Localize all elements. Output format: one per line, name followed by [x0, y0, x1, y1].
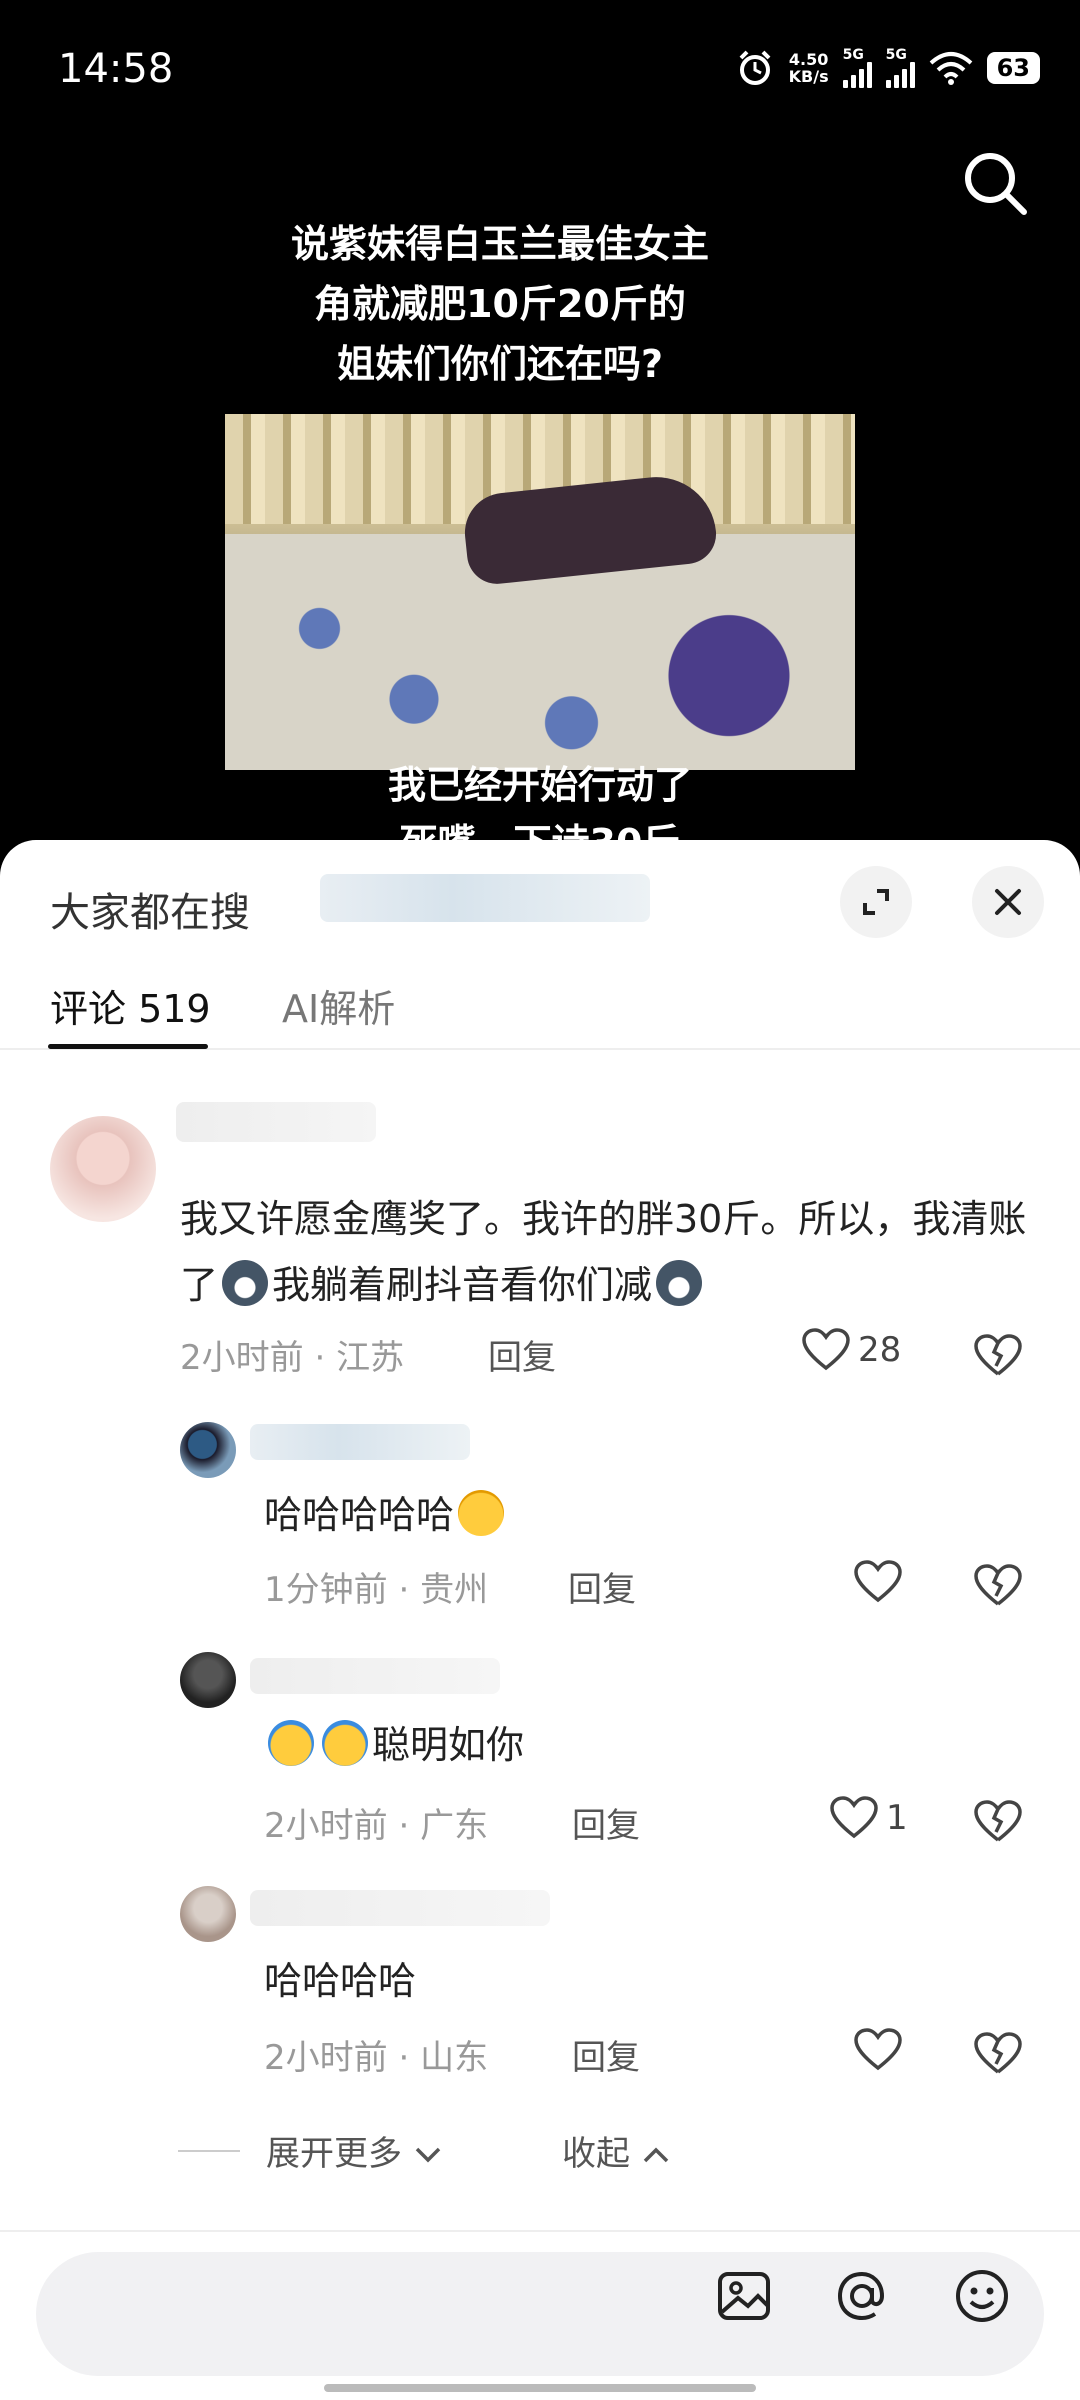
close-icon [995, 889, 1021, 915]
username[interactable] [250, 1658, 500, 1694]
comment-meta: 2小时前 · 山东 [264, 2038, 489, 2078]
like-button[interactable]: 28 [802, 1328, 901, 1372]
comment-text: 聪明如你 [264, 1712, 524, 1778]
trending-search-query[interactable] [320, 874, 650, 922]
comment-input[interactable] [36, 2252, 1044, 2376]
crying-laughing-emoji-icon [268, 1720, 314, 1766]
avatar[interactable] [180, 1422, 236, 1478]
tab-ai-analysis[interactable]: AI解析 [282, 978, 395, 1033]
avatar[interactable] [180, 1886, 236, 1942]
broken-heart-icon[interactable] [974, 1800, 1022, 1844]
comment-meta: 1分钟前 · 贵州 [264, 1570, 489, 1610]
like-button[interactable]: 1 [830, 1796, 908, 1840]
image-icon[interactable] [714, 2266, 774, 2326]
trending-search-label[interactable]: 大家都在搜 [50, 880, 250, 938]
wifi-icon [929, 52, 972, 85]
reply-button[interactable]: 回复 [568, 1562, 636, 1611]
status-bar: 14:58 4.50 KB/s 5G 5G 63 [0, 0, 1080, 140]
close-button[interactable] [972, 866, 1044, 938]
comment-text: 哈哈哈哈 [264, 1959, 417, 2003]
video-frame[interactable] [225, 414, 855, 770]
net-speed: 4.50 KB/s [788, 50, 829, 86]
avatar[interactable] [50, 1116, 156, 1222]
video-title: 说紫妹得白玉兰最佳女主 角就减肥10斤20斤的 姐妹们你们还在吗? [290, 222, 709, 386]
home-indicator[interactable] [324, 2384, 756, 2392]
comment-meta: 2小时前 · 江苏 [180, 1338, 405, 1378]
username[interactable] [250, 1424, 470, 1460]
heart-icon [854, 2028, 902, 2071]
tab-comments[interactable]: 评论 519 [50, 978, 211, 1033]
username[interactable] [176, 1102, 376, 1142]
laughing-emoji-icon [458, 1490, 505, 1536]
comment-sheet: 大家都在搜 评论 519 AI解析 我又许愿金鹰奖了。我许的胖30斤。所以，我清… [0, 840, 1080, 2400]
reply-button[interactable]: 回复 [488, 1330, 556, 1379]
expand-button[interactable] [840, 866, 912, 938]
expand-icon [863, 889, 889, 915]
username[interactable] [250, 1890, 550, 1926]
collapse-button[interactable]: 收起 [562, 2126, 671, 2175]
tab-underline [48, 1044, 208, 1049]
comment-input-bar [0, 2230, 1080, 2400]
chevron-down-icon [415, 2147, 441, 2163]
avatar[interactable] [180, 1652, 236, 1708]
expand-row: 展开更多 收起 [0, 2120, 1080, 2180]
heart-icon [830, 1796, 878, 1839]
status-time: 14:58 [58, 46, 174, 92]
heart-icon [802, 1328, 850, 1371]
reply-button[interactable]: 回复 [572, 1798, 640, 1847]
status-icons: 4.50 KB/s 5G 5G 63 [735, 48, 1040, 88]
emoji-icon[interactable] [952, 2266, 1012, 2326]
signal-2-icon: 5G [885, 48, 915, 88]
alarm-icon [739, 50, 771, 85]
broken-heart-icon[interactable] [974, 2032, 1022, 2076]
like-button[interactable] [854, 2028, 902, 2072]
broken-heart-icon[interactable] [974, 1334, 1022, 1378]
chevron-up-icon [643, 2147, 669, 2163]
battery-indicator: 63 [986, 52, 1040, 84]
comment-meta: 2小时前 · 广东 [264, 1806, 489, 1846]
sheet-header: 大家都在搜 [0, 840, 1080, 968]
comment-text: 哈哈哈哈哈 [264, 1482, 508, 1548]
heart-icon [854, 1560, 902, 1603]
at-icon[interactable] [832, 2266, 892, 2326]
search-icon[interactable] [960, 148, 1030, 218]
comment-text: 我又许愿金鹰奖了。我许的胖30斤。所以，我清账了 我躺着刷抖音看你们减 [180, 1197, 1027, 1307]
crying-laughing-emoji-icon [322, 1720, 368, 1766]
like-button[interactable] [854, 1560, 902, 1604]
expand-more-button[interactable]: 展开更多 [266, 2126, 443, 2175]
broken-heart-icon[interactable] [974, 1564, 1022, 1608]
tab-bar: 评论 519 AI解析 [0, 968, 1080, 1050]
reply-button[interactable]: 回复 [572, 2030, 640, 2079]
signal-1-icon: 5G [842, 48, 872, 88]
cat-emoji-icon [222, 1260, 269, 1306]
divider [178, 2150, 240, 2152]
cat-emoji-icon [656, 1260, 703, 1306]
